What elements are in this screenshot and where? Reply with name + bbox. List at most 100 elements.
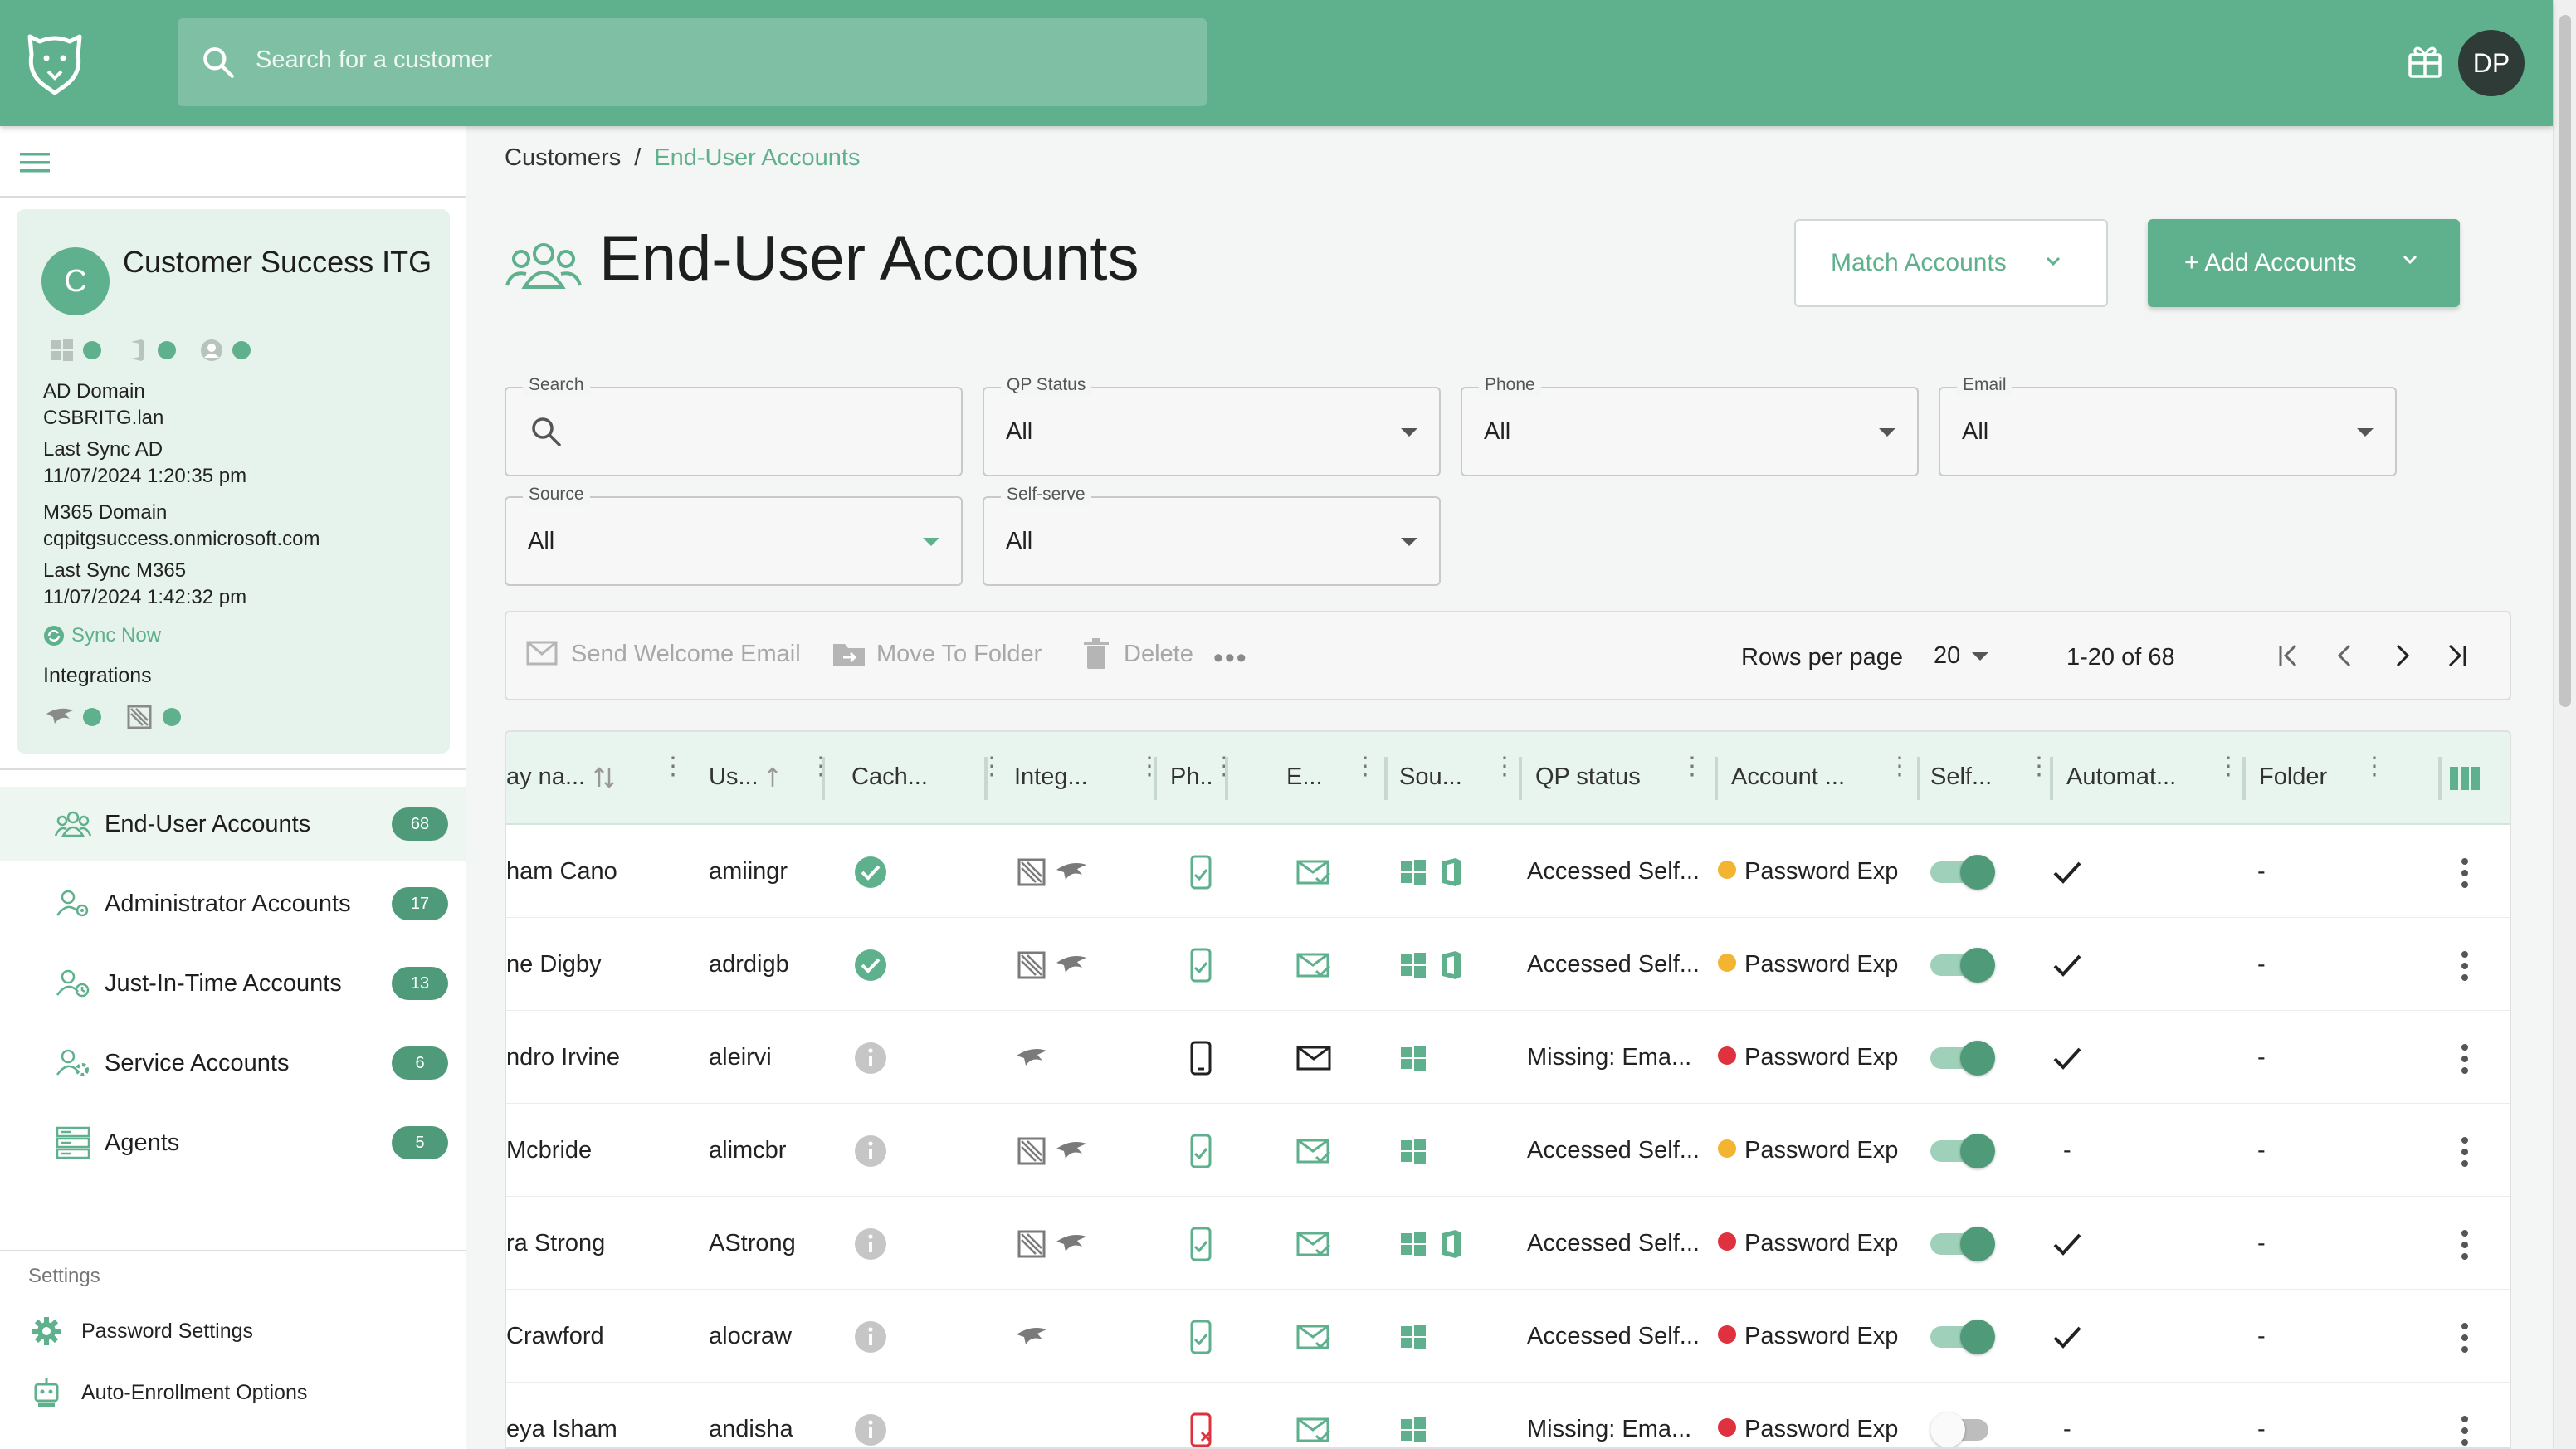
- breadcrumb-customers-link[interactable]: Customers: [505, 144, 621, 172]
- last-page-icon[interactable]: [2440, 639, 2473, 672]
- column-header[interactable]: Automat...: [2066, 764, 2176, 791]
- leopard-logo-icon[interactable]: [23, 30, 86, 96]
- table-row[interactable]: Crawford alocraw Accessed Self... Password …: [506, 1290, 2510, 1383]
- customer-status-row: [50, 335, 266, 365]
- username-cell: adrdigb: [709, 951, 789, 978]
- row-actions-icon[interactable]: [2458, 856, 2471, 890]
- row-actions-icon[interactable]: [2458, 949, 2471, 983]
- column-menu-icon[interactable]: ⋮: [808, 754, 833, 779]
- table-row[interactable]: eya Isham andisha Missing: Ema... Password …: [506, 1383, 2510, 1447]
- column-menu-icon[interactable]: ⋮: [2027, 754, 2052, 779]
- column-header[interactable]: QP status: [1535, 764, 1641, 791]
- table-row[interactable]: Mcbride alimcbr Accessed Self... Password E…: [506, 1104, 2510, 1197]
- row-actions-icon[interactable]: [2458, 1135, 2471, 1168]
- column-resize-handle[interactable]: [822, 757, 825, 800]
- add-accounts-button[interactable]: + Add Accounts: [2148, 219, 2460, 307]
- sidebar-item-administrator-accounts[interactable]: Administrator Accounts 17: [0, 866, 466, 941]
- qp-status-select[interactable]: QP Status All: [983, 375, 1441, 476]
- column-header[interactable]: E...: [1286, 764, 1323, 791]
- user-avatar[interactable]: DP: [2458, 30, 2525, 96]
- column-header[interactable]: Cach...: [851, 764, 928, 791]
- next-page-icon[interactable]: [2385, 639, 2418, 672]
- move-to-folder-button[interactable]: Move To Folder: [832, 637, 1042, 671]
- page-scrollbar[interactable]: [2553, 0, 2576, 1449]
- row-actions-icon[interactable]: [2458, 1321, 2471, 1354]
- table-row[interactable]: ham Cano amiingr Accessed Self... Password …: [506, 825, 2510, 918]
- column-resize-handle[interactable]: [1154, 757, 1157, 800]
- self-serve-toggle[interactable]: [1930, 948, 1997, 983]
- self-serve-select[interactable]: Self-serve All: [983, 485, 1441, 586]
- more-actions-button[interactable]: •••: [1213, 642, 1248, 675]
- column-menu-icon[interactable]: ⋮: [661, 754, 685, 779]
- column-resize-handle[interactable]: [1519, 757, 1522, 800]
- column-header[interactable]: ay na...: [506, 764, 615, 791]
- self-serve-toggle[interactable]: [1930, 1041, 1997, 1076]
- self-serve-toggle[interactable]: [1930, 1134, 1997, 1168]
- column-resize-handle[interactable]: [1917, 757, 1920, 800]
- display-name-cell: ndro Irvine: [506, 1044, 621, 1071]
- column-menu-icon[interactable]: ⋮: [1492, 754, 1517, 779]
- field-label: Phone: [1479, 375, 1541, 395]
- sidebar-item-agents[interactable]: Agents 5: [0, 1105, 466, 1180]
- first-page-icon[interactable]: [2272, 639, 2305, 672]
- previous-page-icon[interactable]: [2329, 639, 2362, 672]
- row-actions-icon[interactable]: [2458, 1414, 2471, 1447]
- settings-item-password-settings[interactable]: Password Settings: [30, 1311, 253, 1351]
- sidebar-item-just-in-time-accounts[interactable]: Just-In-Time Accounts 13: [0, 946, 466, 1021]
- sync-now-link[interactable]: Sync Now: [43, 624, 161, 647]
- sidebar-item-end-user-accounts[interactable]: End-User Accounts 68: [0, 787, 466, 861]
- email-select[interactable]: Email All: [1939, 375, 2397, 476]
- search-field[interactable]: Search: [505, 375, 963, 476]
- column-menu-icon[interactable]: ⋮: [1212, 754, 1237, 779]
- column-menu-icon[interactable]: ⋮: [1353, 754, 1378, 779]
- self-serve-toggle[interactable]: [1930, 1320, 1997, 1354]
- gift-icon[interactable]: [2407, 43, 2443, 80]
- column-header[interactable]: Folder: [2259, 764, 2327, 791]
- self-serve-toggle[interactable]: [1930, 1227, 1997, 1261]
- customer-search-input[interactable]: Search for a customer: [178, 18, 1207, 106]
- column-resize-handle[interactable]: [2242, 757, 2246, 800]
- table-row[interactable]: ne Digby adrdigb Accessed Self... Password …: [506, 918, 2510, 1011]
- rows-per-page-select[interactable]: 20: [1934, 642, 1989, 670]
- column-resize-handle[interactable]: [1225, 757, 1228, 800]
- column-menu-icon[interactable]: ⋮: [2362, 754, 2387, 779]
- gear-icon: [32, 1317, 61, 1345]
- row-actions-icon[interactable]: [2458, 1042, 2471, 1076]
- column-header[interactable]: Account ...: [1731, 764, 1845, 791]
- sort-icon[interactable]: [767, 765, 778, 790]
- column-header[interactable]: Sou...: [1399, 764, 1462, 791]
- table-row[interactable]: ndro Irvine aleirvi Missing: Ema... Passwor…: [506, 1011, 2510, 1104]
- column-resize-handle[interactable]: [1384, 757, 1388, 800]
- columns-icon[interactable]: [2448, 764, 2481, 793]
- column-resize-handle[interactable]: [1715, 757, 1718, 800]
- column-resize-handle[interactable]: [2438, 757, 2442, 800]
- column-menu-icon[interactable]: ⋮: [1137, 754, 1162, 779]
- row-actions-icon[interactable]: [2458, 1228, 2471, 1261]
- display-name-cell: Crawford: [506, 1323, 604, 1349]
- sidebar-item-service-accounts[interactable]: Service Accounts 6: [0, 1026, 466, 1100]
- column-resize-handle[interactable]: [984, 757, 988, 800]
- column-header[interactable]: Ph..: [1170, 764, 1213, 791]
- match-accounts-button[interactable]: Match Accounts: [1794, 219, 2108, 307]
- column-menu-icon[interactable]: ⋮: [2216, 754, 2241, 779]
- self-serve-toggle[interactable]: [1930, 855, 1997, 890]
- column-menu-icon[interactable]: ⋮: [1887, 754, 1912, 779]
- scrollbar-thumb[interactable]: [2559, 15, 2571, 707]
- column-header[interactable]: Integ...: [1014, 764, 1088, 791]
- column-header[interactable]: Self...: [1930, 764, 1992, 791]
- source-select[interactable]: Source All: [505, 485, 963, 586]
- column-header[interactable]: Us...: [709, 764, 778, 791]
- qp-status-cell: Accessed Self...: [1527, 1230, 1700, 1256]
- sort-icon[interactable]: [593, 765, 615, 790]
- table-row[interactable]: ra Strong AStrong Accessed Self... Password…: [506, 1197, 2510, 1290]
- phone-select[interactable]: Phone All: [1461, 375, 1919, 476]
- column-resize-handle[interactable]: [2050, 757, 2053, 800]
- hamburger-menu-icon[interactable]: [18, 148, 51, 178]
- phone-verified-icon: [1190, 948, 1212, 983]
- self-serve-toggle[interactable]: [1930, 1412, 1997, 1447]
- column-menu-icon[interactable]: ⋮: [1680, 754, 1705, 779]
- settings-item-auto-enrollment[interactable]: Auto-Enrollment Options: [30, 1373, 307, 1412]
- send-welcome-email-button[interactable]: Send Welcome Email: [526, 637, 801, 671]
- column-header-label: Self...: [1930, 764, 1993, 790]
- delete-button[interactable]: Delete: [1079, 637, 1193, 671]
